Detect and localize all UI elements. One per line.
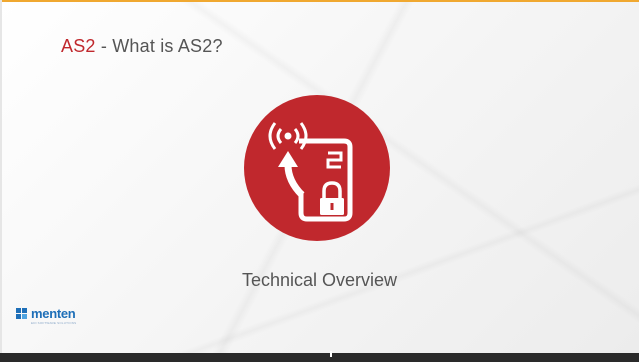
menten-logo-tagline: EDI SOFTWARE SOLUTIONS bbox=[31, 321, 77, 325]
menten-logo-mark-icon bbox=[16, 308, 28, 320]
slide-title-text: - What is AS2? bbox=[95, 36, 223, 56]
slide-title: AS2 - What is AS2? bbox=[61, 36, 223, 57]
player-control-bar[interactable] bbox=[0, 353, 639, 362]
slide-left-edge bbox=[0, 0, 2, 353]
menten-logo-text: menten bbox=[31, 306, 76, 321]
presentation-slide: AS2 - What is AS2? Technical Overview me… bbox=[0, 0, 639, 362]
menten-logo: menten bbox=[16, 306, 76, 321]
player-progress-marker[interactable] bbox=[330, 351, 332, 357]
secure-transmission-icon bbox=[244, 95, 390, 241]
top-accent-rule bbox=[0, 0, 639, 2]
slide-subtitle: Technical Overview bbox=[241, 270, 398, 290]
slide-title-prefix: AS2 bbox=[61, 36, 96, 56]
